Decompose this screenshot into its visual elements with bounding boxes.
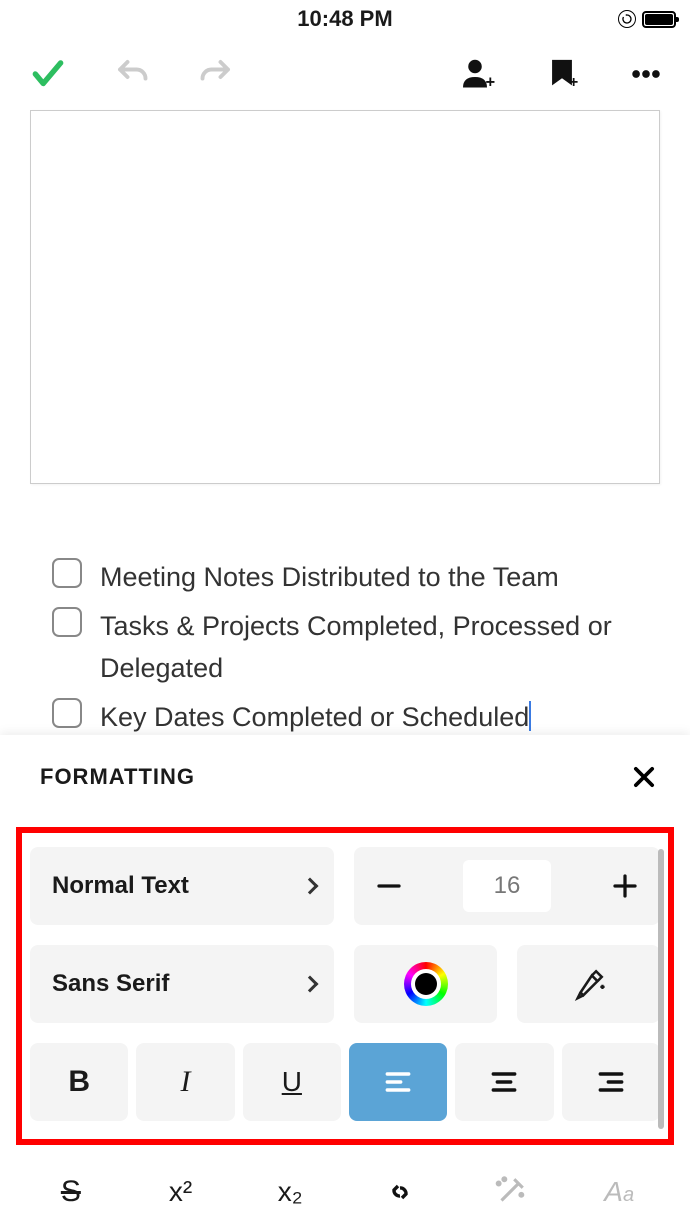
clear-format-icon: Aa	[604, 1176, 634, 1208]
link-button[interactable]	[349, 1157, 451, 1227]
checkbox[interactable]	[52, 558, 82, 588]
checkbox[interactable]	[52, 607, 82, 637]
formatting-controls-highlight: Normal Text 16 Sans Serif	[16, 827, 674, 1145]
status-right	[618, 10, 676, 28]
bold-label: B	[68, 1065, 90, 1099]
underline-button[interactable]: U	[243, 1043, 341, 1121]
highlight-color-button[interactable]	[517, 945, 660, 1023]
chevron-right-icon	[302, 878, 319, 895]
checklist: Meeting Notes Distributed to the Team Ta…	[30, 556, 660, 739]
checklist-item[interactable]: Tasks & Projects Completed, Processed or…	[52, 605, 638, 690]
checklist-item[interactable]: Key Dates Completed or Scheduled	[52, 696, 638, 739]
checklist-item[interactable]: Meeting Notes Distributed to the Team	[52, 556, 638, 599]
text-style-label: Normal Text	[52, 872, 189, 900]
orientation-lock-icon	[618, 10, 636, 28]
superscript-button[interactable]: x²	[130, 1157, 232, 1227]
increase-size-button[interactable]	[610, 871, 640, 901]
checklist-item-text[interactable]: Key Dates Completed or Scheduled	[100, 696, 531, 739]
tag-button[interactable]: +	[542, 54, 582, 94]
formatting-panel: FORMATTING Normal Text 16 Sa	[0, 735, 690, 1227]
align-center-button[interactable]	[455, 1043, 553, 1121]
svg-text:+: +	[486, 74, 496, 92]
done-button[interactable]	[28, 54, 68, 94]
checklist-item-text[interactable]: Meeting Notes Distributed to the Team	[100, 556, 559, 599]
battery-icon	[642, 11, 676, 28]
formatting-row-2: S x² x₂ Aa	[0, 1145, 690, 1227]
subscript-label: x₂	[278, 1176, 303, 1208]
subscript-button[interactable]: x₂	[239, 1157, 341, 1227]
panel-title: FORMATTING	[40, 764, 195, 790]
editor-toolbar: + +	[0, 38, 690, 110]
font-family-selector[interactable]: Sans Serif	[30, 945, 334, 1023]
bold-button[interactable]: B	[30, 1043, 128, 1121]
underline-label: U	[282, 1066, 302, 1098]
strikethrough-button[interactable]: S	[20, 1157, 122, 1227]
text-style-selector[interactable]: Normal Text	[30, 847, 334, 925]
font-size-value[interactable]: 16	[463, 860, 551, 912]
checkbox[interactable]	[52, 698, 82, 728]
attachment-placeholder[interactable]	[30, 110, 660, 484]
align-right-button[interactable]	[562, 1043, 660, 1121]
strike-label: S	[61, 1175, 81, 1209]
scroll-indicator[interactable]	[658, 849, 664, 1129]
superscript-label: x²	[169, 1176, 192, 1208]
font-size-stepper: 16	[354, 847, 660, 925]
svg-text:+: +	[569, 74, 578, 91]
more-button[interactable]	[626, 54, 666, 94]
checklist-item-label: Key Dates Completed or Scheduled	[100, 702, 529, 732]
status-bar: 10:48 PM	[0, 0, 690, 38]
color-wheel-icon	[404, 962, 448, 1006]
decrease-size-button[interactable]	[374, 871, 404, 901]
magic-format-button[interactable]	[459, 1157, 561, 1227]
checklist-item-text[interactable]: Tasks & Projects Completed, Processed or…	[100, 605, 638, 690]
align-left-button[interactable]	[349, 1043, 447, 1121]
undo-button[interactable]	[112, 54, 152, 94]
close-button[interactable]	[624, 757, 664, 797]
share-user-button[interactable]: +	[458, 54, 498, 94]
text-color-button[interactable]	[354, 945, 497, 1023]
text-cursor	[529, 701, 531, 731]
redo-button[interactable]	[196, 54, 236, 94]
font-family-label: Sans Serif	[52, 970, 169, 998]
italic-label: I	[180, 1065, 190, 1099]
note-body[interactable]: Meeting Notes Distributed to the Team Ta…	[0, 110, 690, 739]
status-time: 10:48 PM	[297, 6, 392, 32]
clear-formatting-button[interactable]: Aa	[568, 1157, 670, 1227]
chevron-right-icon	[302, 976, 319, 993]
italic-button[interactable]: I	[136, 1043, 234, 1121]
